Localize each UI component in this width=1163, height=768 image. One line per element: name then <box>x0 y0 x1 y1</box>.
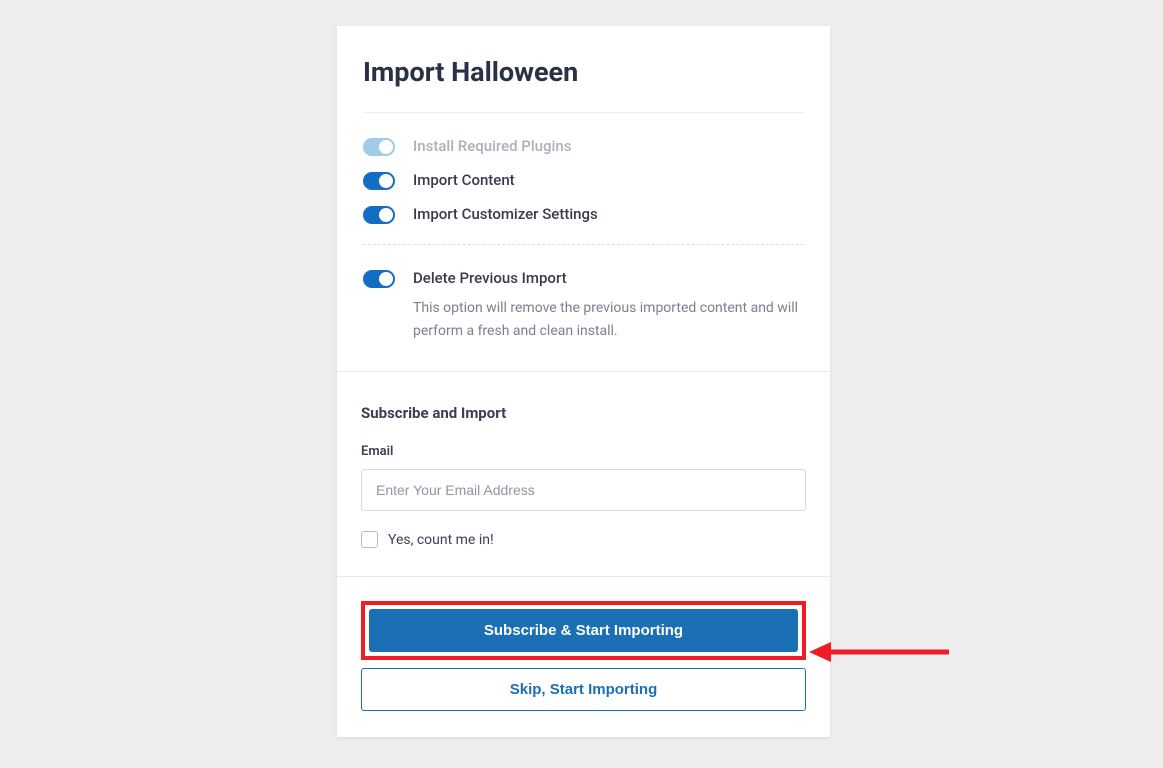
delete-previous-toggle[interactable] <box>363 270 395 288</box>
import-panel: Import Halloween Install Required Plugin… <box>337 26 830 737</box>
annotation-arrow-icon <box>809 640 949 664</box>
subscribe-section: Subscribe and Import Email Yes, count me… <box>337 372 830 576</box>
import-options: Install Required Plugins Import Content … <box>337 113 830 244</box>
toggle-knob <box>379 272 393 286</box>
page-title: Import Halloween <box>363 56 804 88</box>
toggle-knob <box>379 174 393 188</box>
subscribe-start-importing-button[interactable]: Subscribe & Start Importing <box>369 609 798 652</box>
optin-label: Yes, count me in! <box>388 532 494 548</box>
delete-section: Delete Previous Import This option will … <box>337 245 830 371</box>
skip-start-importing-button[interactable]: Skip, Start Importing <box>361 668 806 711</box>
delete-previous-description: This option will remove the previous imp… <box>413 297 804 343</box>
optin-row: Yes, count me in! <box>361 531 806 548</box>
install-plugins-toggle[interactable] <box>363 138 395 156</box>
toggle-knob <box>379 140 393 154</box>
email-field[interactable] <box>361 469 806 511</box>
toggle-row-import-content: Import Content <box>363 171 804 190</box>
toggle-row-import-customizer: Import Customizer Settings <box>363 205 804 224</box>
optin-checkbox[interactable] <box>361 531 378 548</box>
email-label: Email <box>361 444 806 459</box>
panel-header: Import Halloween <box>337 26 830 112</box>
install-plugins-label: Install Required Plugins <box>413 137 571 155</box>
toggle-row-install-plugins: Install Required Plugins <box>363 137 804 156</box>
import-content-toggle[interactable] <box>363 172 395 190</box>
delete-previous-label: Delete Previous Import <box>413 269 804 287</box>
import-content-label: Import Content <box>413 171 515 189</box>
toggle-knob <box>379 208 393 222</box>
import-customizer-label: Import Customizer Settings <box>413 205 598 223</box>
import-customizer-toggle[interactable] <box>363 206 395 224</box>
subscribe-heading: Subscribe and Import <box>361 404 806 422</box>
actions: Subscribe & Start Importing Skip, Start … <box>337 576 830 737</box>
annotation-highlight-box: Subscribe & Start Importing <box>361 601 806 660</box>
